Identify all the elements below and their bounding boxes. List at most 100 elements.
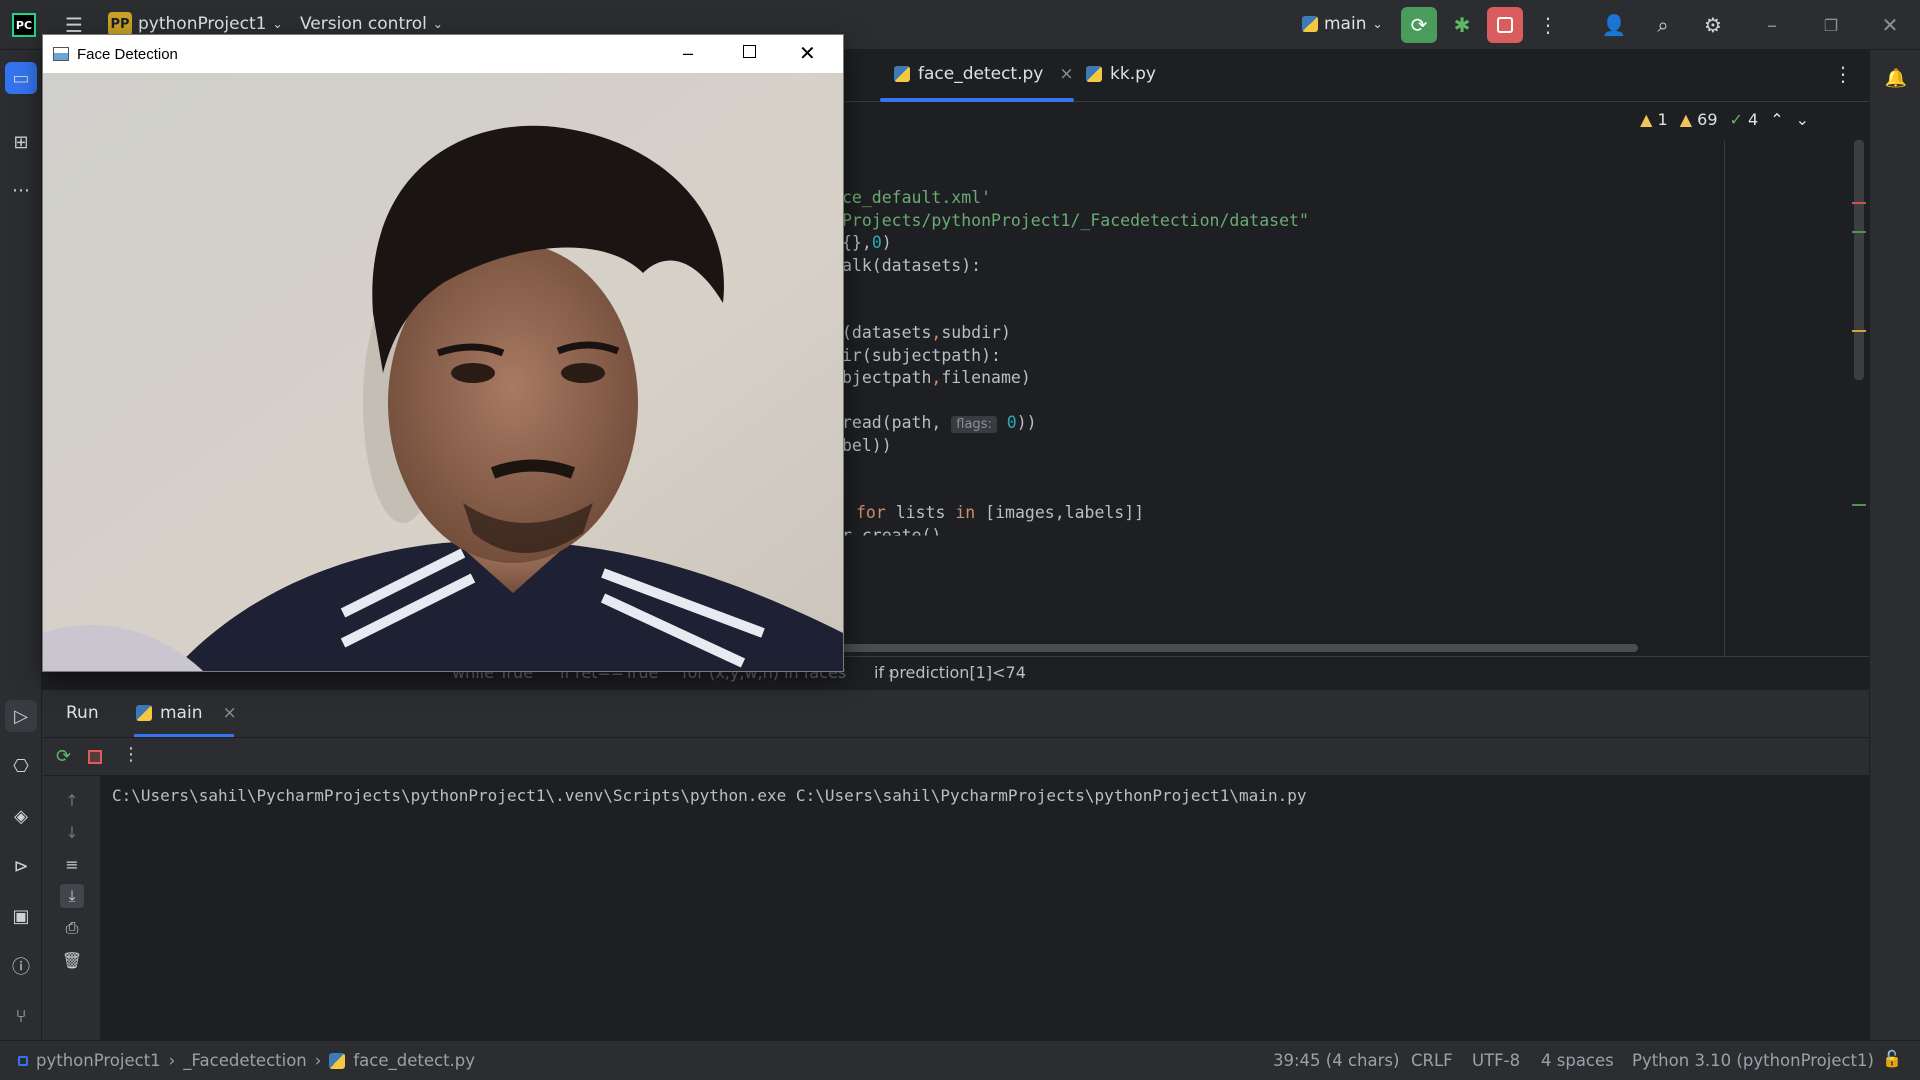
stop-button[interactable] xyxy=(1487,7,1523,43)
code-line: for lists in [images,labels]] xyxy=(856,503,1145,522)
pycharm-logo-icon[interactable]: PC xyxy=(12,13,36,37)
more-actions-icon[interactable]: ⋮ xyxy=(1530,7,1566,43)
face-detection-window[interactable]: Face Detection – ✕ xyxy=(42,34,844,672)
python-interpreter[interactable]: Python 3.10 (pythonProject1) xyxy=(1632,1051,1874,1070)
active-tab-indicator xyxy=(880,98,1074,102)
error-marker[interactable] xyxy=(1852,202,1866,204)
stop-icon xyxy=(1497,17,1513,33)
run-toolbar: ⟳ ⋮ xyxy=(42,738,1869,776)
tab-label: face_detect.py xyxy=(918,64,1044,84)
tab-face-detect[interactable]: face_detect.py × xyxy=(894,64,1074,84)
services-icon[interactable]: ⊳ xyxy=(5,850,37,882)
add-user-icon[interactable]: 👤 xyxy=(1596,7,1632,43)
run-config-label: main xyxy=(1324,14,1367,34)
arrow-up-icon[interactable]: ↑ xyxy=(60,788,84,812)
change-marker[interactable] xyxy=(1852,504,1866,506)
lock-icon[interactable]: 🔓 xyxy=(1882,1049,1902,1068)
webcam-image xyxy=(43,73,843,671)
ok-count: ✓ 4 xyxy=(1729,110,1759,129)
structure-icon[interactable]: ⊞ xyxy=(5,126,37,158)
line-separator[interactable]: CRLF xyxy=(1411,1051,1453,1070)
notifications-bell-icon[interactable]: 🔔 xyxy=(1880,62,1912,94)
tab-label: kk.py xyxy=(1110,64,1156,84)
run-tab-title[interactable]: Run xyxy=(66,703,99,723)
restore-icon[interactable]: ❐ xyxy=(1813,7,1849,43)
more-actions-icon[interactable]: ⋮ xyxy=(122,744,140,765)
debug-icon[interactable]: ✱ xyxy=(1444,7,1480,43)
module-icon xyxy=(18,1055,28,1066)
code-line: alk(datasets): xyxy=(842,256,982,275)
git-branch-icon[interactable]: ⑂ xyxy=(5,1000,37,1032)
rerun-button[interactable]: ⟳ xyxy=(1401,7,1437,43)
more-tools-icon[interactable]: ⋯ xyxy=(5,174,37,206)
caret-position[interactable]: 39:45 (4 chars) xyxy=(1273,1051,1399,1070)
console-output[interactable]: C:\Users\sahil\PycharmProjects\pythonPro… xyxy=(100,776,1869,1040)
chevron-down-icon[interactable]: ⌄ xyxy=(1796,110,1809,129)
code-line: (datasets,subdir) xyxy=(842,323,1011,342)
soft-wrap-icon[interactable]: ≡ xyxy=(60,852,84,876)
warning-marker[interactable] xyxy=(1852,330,1866,332)
arrow-down-icon[interactable]: ↓ xyxy=(60,820,84,844)
python-file-icon xyxy=(1086,66,1102,82)
python-file-icon xyxy=(329,1052,346,1069)
version-control-menu[interactable]: Version control ⌄ xyxy=(300,14,443,34)
change-marker[interactable] xyxy=(1852,231,1866,233)
param-hint: flags: xyxy=(951,416,997,433)
layers-icon[interactable]: ◈ xyxy=(5,800,37,832)
active-tab-indicator xyxy=(134,734,234,737)
file-encoding[interactable]: UTF-8 xyxy=(1472,1051,1520,1070)
code-line: ir(subjectpath): xyxy=(842,346,1001,365)
minimize-icon[interactable]: – xyxy=(1754,7,1790,43)
print-icon[interactable]: ⎙ xyxy=(60,916,84,940)
path-item[interactable]: _Facedetection xyxy=(183,1051,306,1070)
path-item[interactable]: pythonProject1 xyxy=(36,1051,161,1070)
vertical-scrollbar[interactable] xyxy=(1854,140,1864,380)
project-folder-icon[interactable]: ▭ xyxy=(5,62,37,94)
code-line: Projects/pythonProject1/_Facedetection/d… xyxy=(842,211,1309,230)
search-icon[interactable]: ⌕ xyxy=(1645,7,1681,43)
app-window-icon xyxy=(53,47,69,61)
python-console-icon[interactable]: ⎔ xyxy=(5,750,37,782)
close-tab-icon[interactable]: × xyxy=(1059,64,1073,84)
window-title-bar[interactable]: Face Detection – ✕ xyxy=(43,35,843,73)
path-item[interactable]: face_detect.py xyxy=(353,1051,475,1070)
breadcrumb-item[interactable]: if prediction[1]<74 xyxy=(874,663,1026,682)
stop-icon[interactable] xyxy=(88,750,102,764)
webcam-frame xyxy=(43,73,843,671)
settings-gear-icon[interactable]: ⚙ xyxy=(1695,7,1731,43)
console-command-line: C:\Users\sahil\PycharmProjects\pythonPro… xyxy=(112,786,1307,805)
version-control-label: Version control xyxy=(300,14,427,34)
left-tool-strip: ▭ ⊞ ⋯ ▷ ⎔ ◈ ⊳ ▣ ⓘ ⑂ xyxy=(0,50,42,1050)
minimize-icon[interactable]: – xyxy=(683,43,693,64)
trash-icon[interactable]: 🗑 xyxy=(60,948,84,972)
chevron-right-icon: › xyxy=(314,1051,322,1070)
problems-icon[interactable]: ⓘ xyxy=(5,950,37,982)
check-icon: ✓ xyxy=(1729,110,1743,129)
code-line: bel)) xyxy=(842,436,892,455)
tab-kk[interactable]: kk.py xyxy=(1086,64,1156,84)
chevron-up-icon[interactable]: ⌃ xyxy=(1770,110,1783,129)
horizontal-scrollbar[interactable] xyxy=(842,644,1638,652)
run-tool-icon[interactable]: ▷ xyxy=(5,700,37,732)
inspection-widget[interactable]: ▲ 1 ▲ 69 ✓ 4 ⌃ ⌄ xyxy=(1640,110,1809,129)
rerun-icon[interactable]: ⟳ xyxy=(56,746,71,767)
code-line: r.create() xyxy=(842,526,942,545)
close-icon[interactable]: ✕ xyxy=(799,41,816,66)
error-count: ▲ 1 xyxy=(1640,110,1668,129)
project-selector[interactable]: PP pythonProject1 ⌄ xyxy=(108,12,283,36)
run-config-selector[interactable]: main ⌄ xyxy=(1302,14,1383,34)
code-line: ce_default.xml' xyxy=(842,188,992,207)
run-header: Run main × xyxy=(42,690,1869,738)
status-path: pythonProject1 › _Facedetection › face_d… xyxy=(18,1051,475,1070)
close-tab-icon[interactable]: × xyxy=(222,703,236,723)
indent-setting[interactable]: 4 spaces xyxy=(1541,1051,1614,1070)
close-icon[interactable]: ✕ xyxy=(1872,7,1908,43)
tabs-menu-icon[interactable]: ⋮ xyxy=(1833,62,1853,86)
terminal-icon[interactable]: ▣ xyxy=(5,900,37,932)
code-line: bjectpath,filename) xyxy=(842,368,1031,387)
maximize-icon[interactable] xyxy=(743,45,756,58)
tab-main[interactable]: main × xyxy=(136,703,237,723)
window-title: Face Detection xyxy=(77,45,178,63)
python-icon xyxy=(1302,16,1318,32)
scroll-to-end-icon[interactable]: ⤓ xyxy=(60,884,84,908)
